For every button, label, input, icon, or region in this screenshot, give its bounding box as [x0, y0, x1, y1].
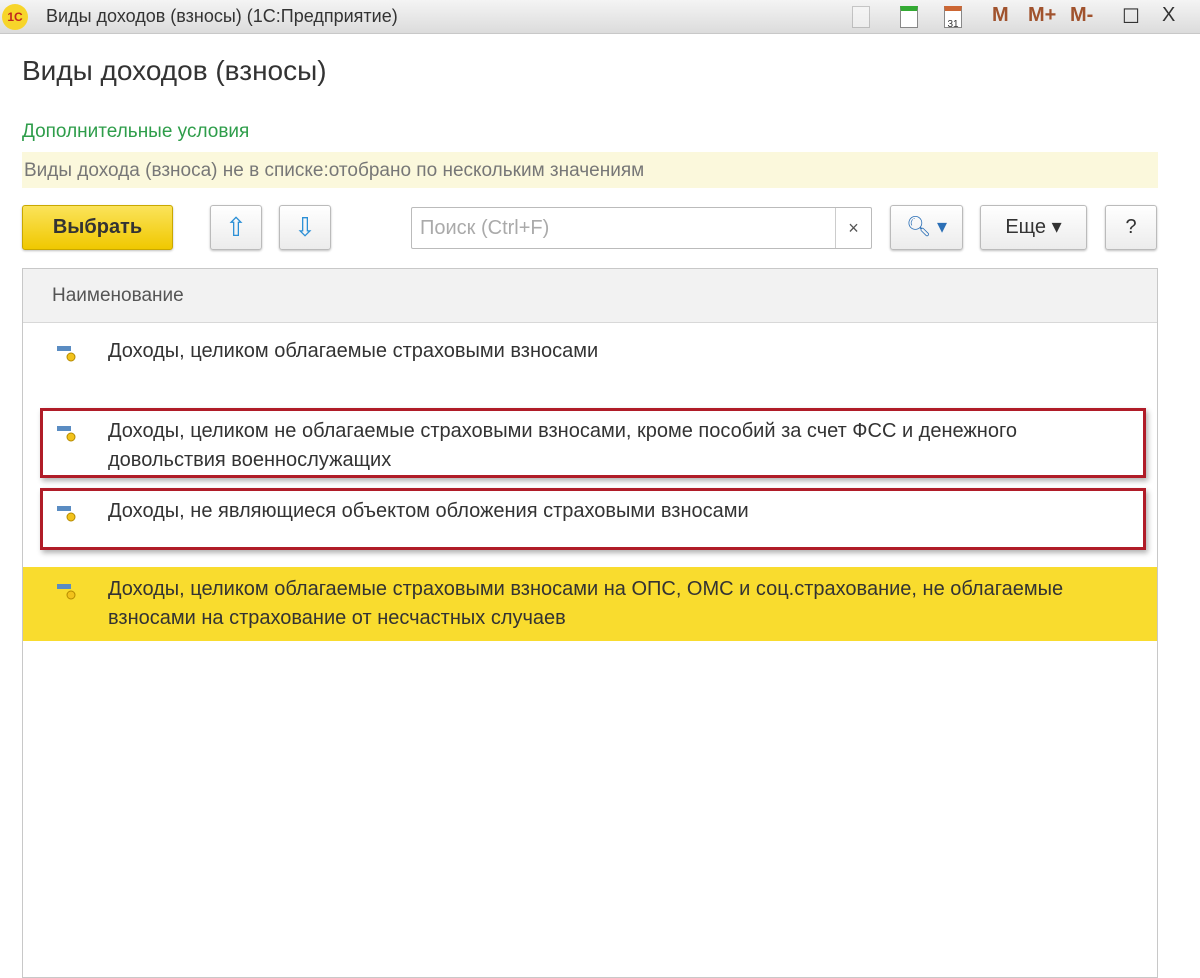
memory-m-button[interactable]: M [992, 4, 1009, 27]
move-down-button[interactable]: ⇩ [279, 205, 331, 250]
table-row[interactable]: Доходы, целиком облагаемые страховыми вз… [23, 337, 1157, 397]
calendar-icon[interactable]: 31 [944, 6, 962, 30]
item-icon [57, 584, 76, 600]
window-titlebar: 1С Виды доходов (взносы) (1С:Предприятие… [0, 0, 1200, 34]
window-title: Виды доходов (взносы) (1С:Предприятие) [46, 6, 398, 26]
column-header-name[interactable]: Наименование [23, 269, 1157, 323]
row-text: Доходы, целиком облагаемые страховыми вз… [108, 578, 1064, 629]
row-text: Доходы, целиком облагаемые страховыми вз… [108, 340, 599, 362]
additional-conditions-link[interactable]: Дополнительные условия [22, 121, 249, 143]
page-title: Виды доходов (взносы) [22, 55, 327, 86]
more-button[interactable]: Еще ▾ [980, 205, 1087, 250]
maximize-button[interactable]: ☐ [1122, 4, 1140, 29]
search-input[interactable]: Поиск (Ctrl+F) × [411, 207, 872, 249]
income-types-table: Наименование Доходы, целиком облагаемые … [22, 268, 1158, 978]
highlight-box [40, 488, 1146, 550]
filter-status: Виды дохода (взноса) не в списке:отобран… [22, 152, 1158, 188]
print-icon[interactable] [852, 6, 870, 28]
clear-search-button[interactable]: × [835, 208, 871, 248]
search-placeholder: Поиск (Ctrl+F) [420, 217, 550, 239]
close-button[interactable]: X [1162, 4, 1175, 27]
search-options-button[interactable]: 🔍︎ ▾ [890, 205, 963, 250]
move-up-button[interactable]: ⇧ [210, 205, 262, 250]
calculator-icon[interactable] [900, 6, 918, 28]
memory-plus-button[interactable]: M+ [1028, 4, 1056, 27]
item-icon [57, 346, 76, 362]
highlight-box [40, 408, 1146, 478]
1c-logo-icon: 1С [2, 4, 28, 30]
table-row-selected[interactable]: Доходы, целиком облагаемые страховыми вз… [23, 567, 1157, 641]
memory-minus-button[interactable]: M- [1070, 4, 1093, 27]
help-button[interactable]: ? [1105, 205, 1157, 250]
select-button[interactable]: Выбрать [22, 205, 173, 250]
